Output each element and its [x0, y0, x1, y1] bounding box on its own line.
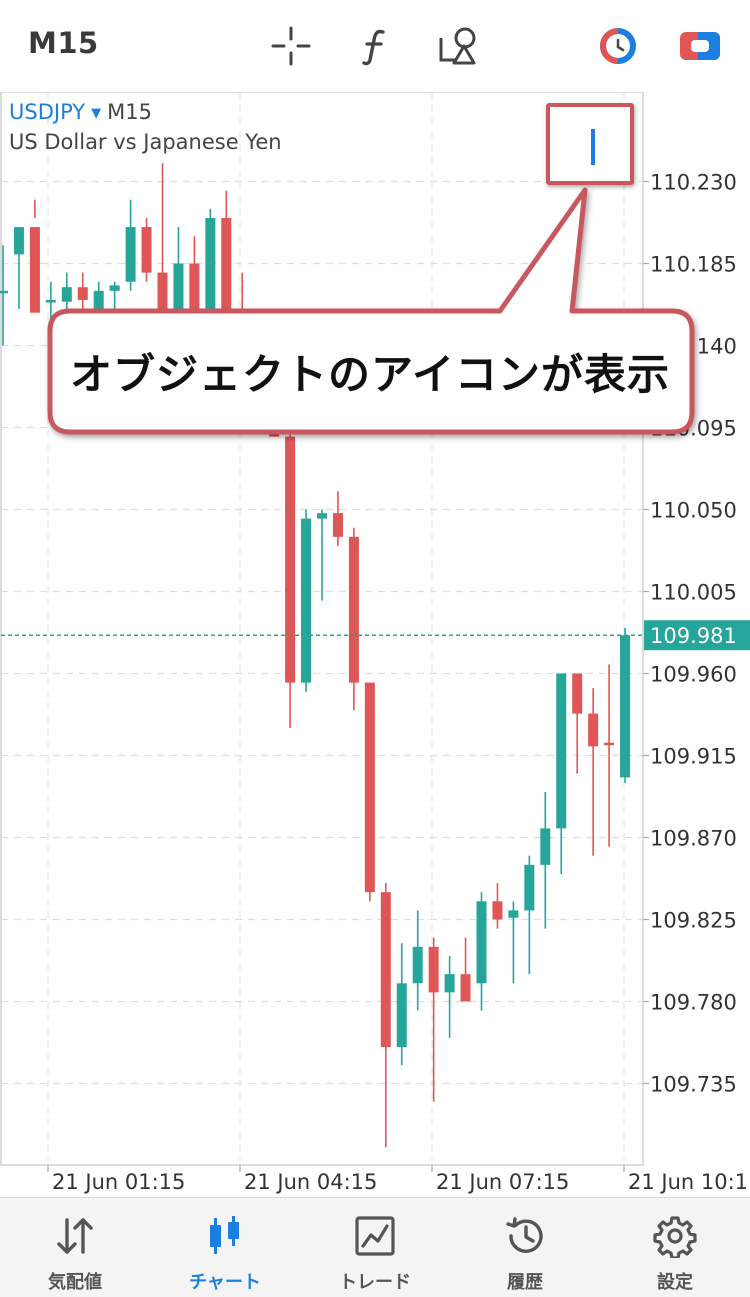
- candle-body: [444, 974, 455, 993]
- chart-area[interactable]: 110.230 110.185 110.140 110.095 110.050 110.0…: [0, 92, 750, 1197]
- candle-body: [476, 901, 487, 984]
- candle-body: [428, 946, 439, 993]
- candle-body: [492, 901, 503, 920]
- nav-label-chart: チャート: [189, 1272, 261, 1293]
- clock-icon[interactable]: [596, 24, 640, 68]
- nav-quotes[interactable]: 気配値: [0, 1198, 150, 1297]
- x-tick-label: 21 Jun 10:1: [628, 1170, 748, 1194]
- candle-body: [364, 682, 375, 893]
- candle-body: [13, 227, 24, 255]
- candle-body: [317, 513, 327, 519]
- candle-body: [221, 217, 232, 310]
- candle-body: [524, 864, 535, 911]
- candle-body: [348, 536, 359, 683]
- symbol-dropdown-arrow-icon[interactable]: ▼: [91, 106, 101, 121]
- settings-gear-icon: [653, 1216, 697, 1258]
- candle-body: [173, 263, 184, 319]
- y-tick-label: 110.230: [650, 171, 737, 195]
- candle-body: [412, 946, 423, 984]
- nav-label-settings: 設定: [657, 1272, 693, 1293]
- x-tick-label: 21 Jun 04:15: [244, 1170, 377, 1194]
- candle-body: [396, 983, 407, 1048]
- nav-history[interactable]: 履歴: [450, 1198, 600, 1297]
- candle-body: [109, 285, 120, 291]
- nav-chart[interactable]: チャート: [150, 1198, 300, 1297]
- candle-body: [29, 227, 40, 313]
- nav-settings[interactable]: 設定: [600, 1198, 750, 1297]
- x-tick-label: 21 Jun 01:15: [52, 1170, 185, 1194]
- y-tick-label: 109.915: [650, 745, 737, 769]
- nav-trade[interactable]: トレード: [300, 1198, 450, 1297]
- candle-body: [620, 635, 631, 778]
- plot-frame: [0, 92, 644, 1166]
- candle-body: [380, 892, 391, 1048]
- top-toolbar: M15: [0, 0, 750, 92]
- candle-body: [556, 673, 567, 829]
- object-highlight-box: [546, 103, 634, 185]
- bottom-nav: 気配値 チャート トレード 履歴 設定: [0, 1197, 750, 1297]
- quotes-arrows-icon: [57, 1218, 93, 1254]
- y-tick-label: 109.870: [650, 827, 737, 851]
- candle-body: [540, 828, 551, 865]
- object-line-icon[interactable]: [591, 129, 595, 165]
- callout-text: オブジェクトのアイコンが表示: [70, 349, 670, 399]
- y-tick-label: 109.960: [650, 663, 737, 687]
- y-tick-label: 109.825: [650, 909, 737, 933]
- y-tick-label: 110.050: [650, 499, 737, 523]
- chart-symbol-label[interactable]: USDJPY ▼ M15: [9, 100, 152, 124]
- trade-toggle-icon[interactable]: [678, 24, 722, 68]
- candle-body: [157, 272, 168, 319]
- candle-body: [77, 287, 88, 300]
- current-price-label: 109.981: [650, 624, 737, 648]
- nav-label-history: 履歴: [507, 1272, 543, 1293]
- candle-body: [572, 673, 583, 714]
- candle-body: [141, 227, 152, 273]
- nav-label-trade: トレード: [339, 1272, 411, 1293]
- candle-body: [588, 713, 599, 747]
- symbol-timeframe: M15: [107, 100, 152, 124]
- candle-body: [45, 299, 56, 303]
- candle-body: [460, 974, 471, 1002]
- x-tick-label: 21 Jun 07:15: [436, 1170, 569, 1194]
- objects-icon[interactable]: [437, 24, 481, 68]
- candle-body: [0, 290, 8, 294]
- symbol-description: US Dollar vs Japanese Yen: [9, 130, 282, 154]
- y-tick-label: 110.185: [650, 253, 737, 277]
- price-chart[interactable]: 110.230110.185110.140110.095110.050110.0…: [0, 92, 750, 1197]
- indicator-f-icon[interactable]: [353, 24, 397, 68]
- candle-body: [508, 910, 519, 918]
- y-tick-label: 109.780: [650, 991, 737, 1015]
- candle-body: [125, 227, 136, 282]
- nav-label-quotes: 気配値: [48, 1272, 102, 1293]
- trade-chart-icon: [355, 1216, 395, 1256]
- y-tick-label: 110.005: [650, 581, 737, 605]
- crosshair-icon[interactable]: [269, 24, 313, 68]
- candle-body: [604, 742, 615, 746]
- timeframe-button[interactable]: M15: [28, 26, 99, 60]
- candle-body: [285, 436, 296, 683]
- symbol-name[interactable]: USDJPY: [9, 100, 85, 124]
- history-clock-icon: [506, 1217, 543, 1253]
- candle-body: [301, 518, 312, 683]
- candle-body: [332, 513, 343, 537]
- candle-body: [61, 287, 72, 302]
- chart-candles-icon: [210, 1216, 239, 1254]
- y-tick-label: 109.735: [650, 1073, 737, 1097]
